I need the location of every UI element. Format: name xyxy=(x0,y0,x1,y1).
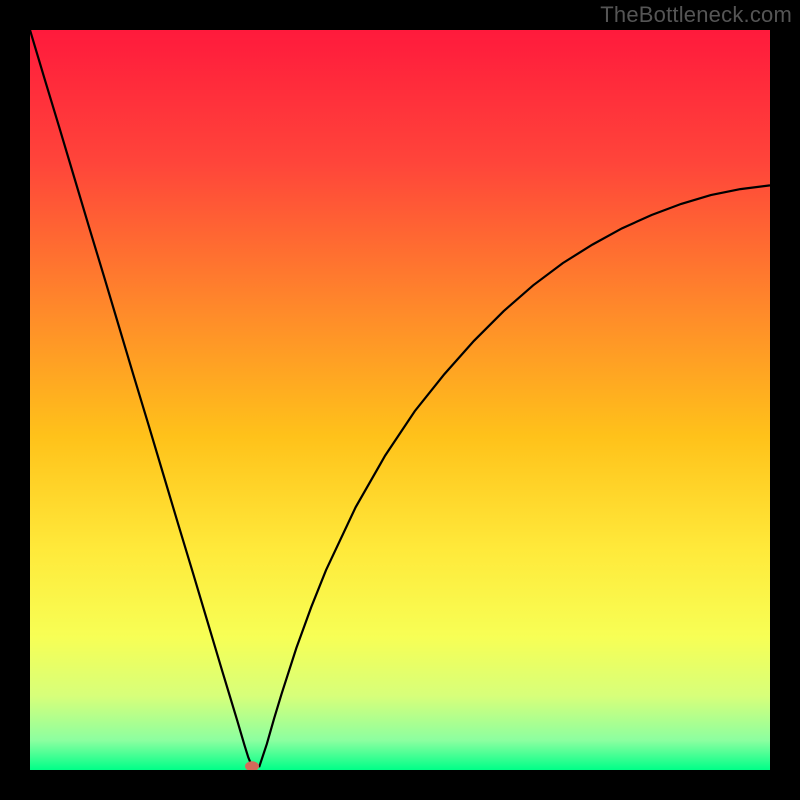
watermark-text: TheBottleneck.com xyxy=(600,2,792,28)
chart-svg xyxy=(30,30,770,770)
chart-frame: TheBottleneck.com xyxy=(0,0,800,800)
plot-area xyxy=(30,30,770,770)
